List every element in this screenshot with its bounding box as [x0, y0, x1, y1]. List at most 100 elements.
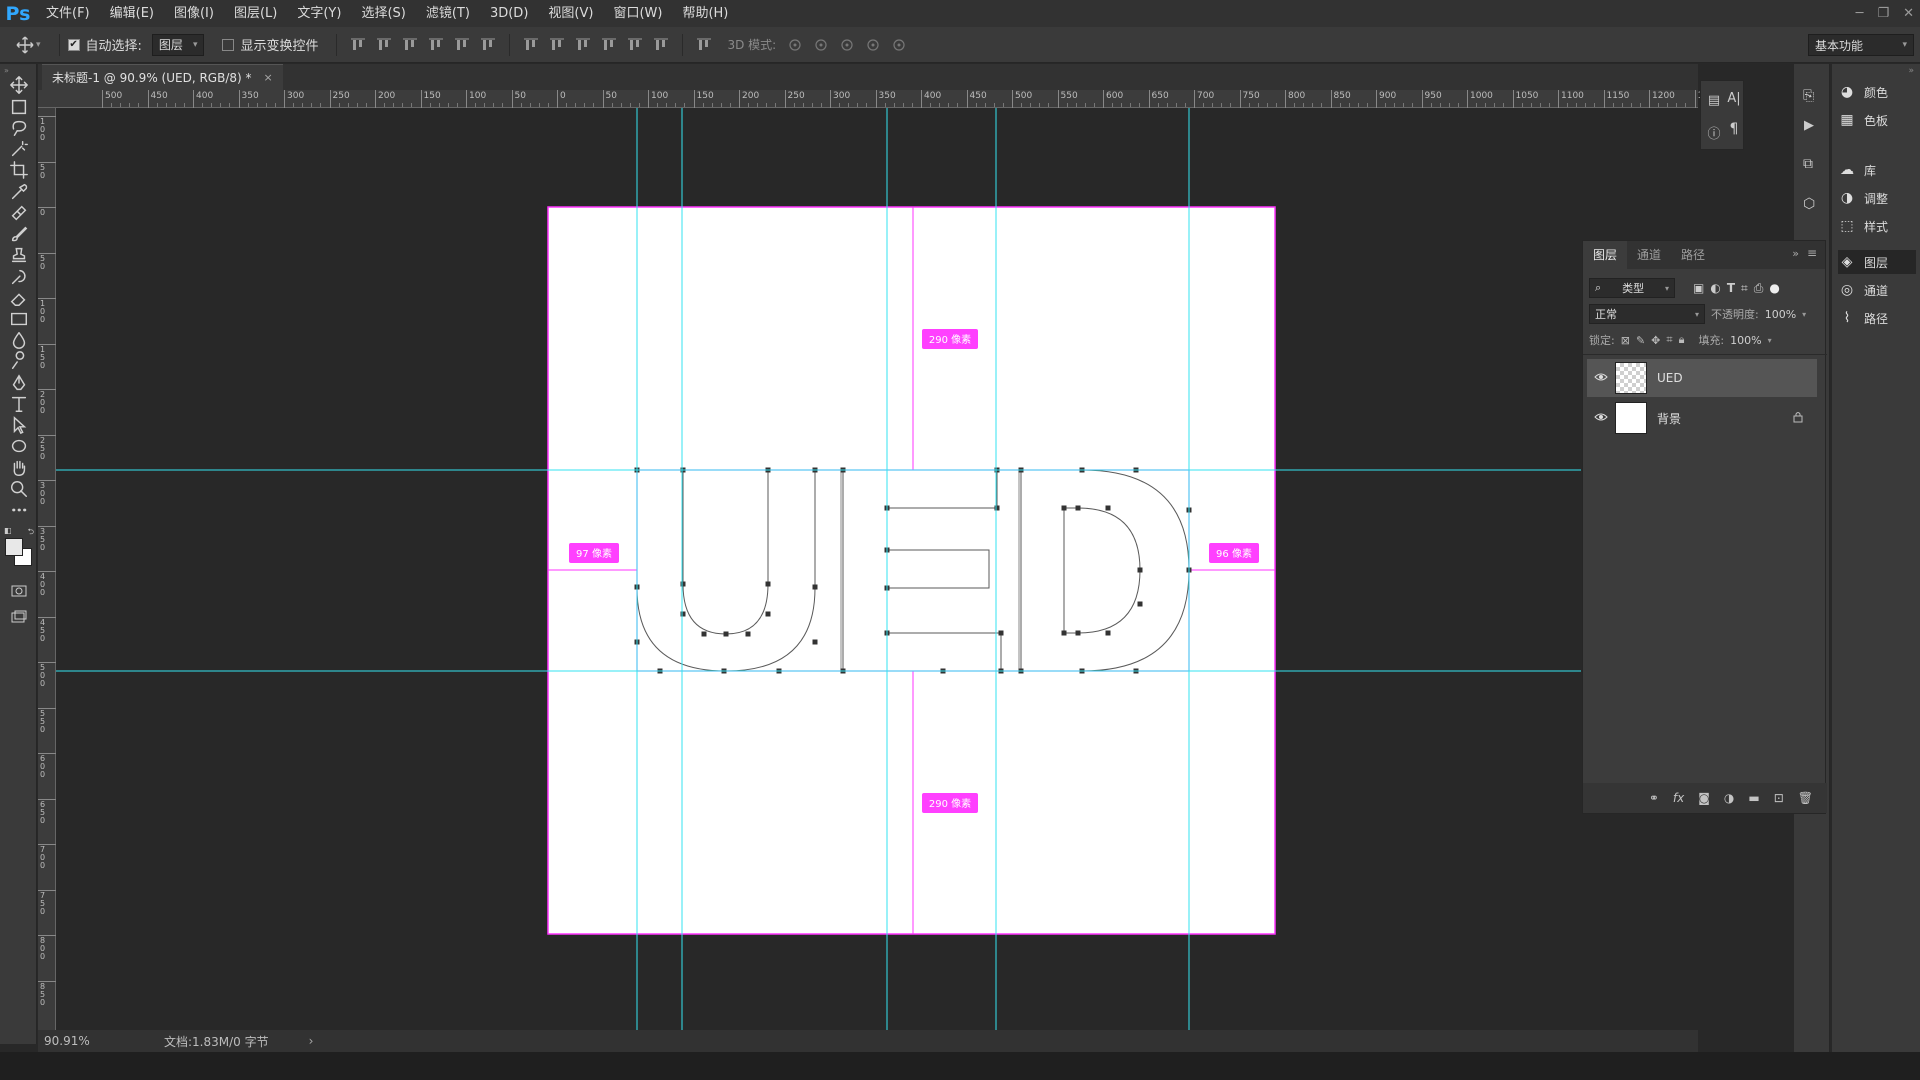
filter-toggle-icon[interactable]: ● [1769, 281, 1779, 295]
opacity-value[interactable]: 100% [1765, 308, 1796, 321]
scale-3d-icon[interactable] [890, 36, 908, 54]
align-bottom-icon[interactable] [401, 36, 419, 54]
collapse-icon[interactable]: » [1908, 66, 1914, 76]
restore-icon[interactable]: ❐ [1877, 6, 1889, 21]
document-tab[interactable]: 未标题-1 @ 90.9% (UED, RGB/8) * × [42, 64, 283, 90]
horizontal-ruler[interactable]: 500 450 400 350 300 250 200 150 100 50 0 50 100 150 20… [38, 90, 1732, 108]
magic-wand-tool-icon[interactable] [8, 138, 30, 160]
anchor-point[interactable] [1105, 630, 1111, 636]
distribute-top-icon[interactable] [522, 36, 540, 54]
ellipse-tool-icon[interactable] [8, 435, 30, 457]
roll-3d-icon[interactable] [812, 36, 830, 54]
distribute-bottom-icon[interactable] [574, 36, 592, 54]
filter-type-icon[interactable]: T [1727, 281, 1735, 295]
new-adjustment-icon[interactable]: ◑ [1724, 791, 1734, 805]
eyedropper-tool-icon[interactable] [8, 181, 30, 203]
menu-item[interactable]: 图层(L) [224, 0, 287, 27]
foreground-color-swatch[interactable] [5, 538, 23, 556]
chevron-down-icon[interactable]: ▾ [1802, 310, 1806, 319]
distribute-left-icon[interactable] [600, 36, 618, 54]
crop-tool-icon[interactable] [8, 159, 30, 181]
anchor-point[interactable] [1061, 505, 1067, 511]
info-icon[interactable]: ⓘ [1705, 123, 1723, 142]
dock-item-paths[interactable]: ⌇ 路径 [1838, 306, 1916, 330]
layer-row[interactable]: 背景 [1587, 399, 1817, 437]
anchor-point[interactable] [1075, 505, 1081, 511]
dock-item-styles[interactable]: ⬚ 样式 [1838, 214, 1916, 238]
chevron-down-icon[interactable]: ▾ [1768, 336, 1772, 345]
menu-item[interactable]: 图像(I) [164, 0, 224, 27]
show-transform-checkbox[interactable] [222, 38, 235, 51]
move-tool-icon[interactable] [8, 74, 30, 96]
dock-item-adjustments[interactable]: ◑ 调整 [1838, 186, 1916, 210]
lasso-tool-icon[interactable] [8, 117, 30, 139]
layers-panel-tab[interactable]: 通道 [1627, 241, 1671, 269]
new-group-icon[interactable]: ▬ [1748, 791, 1759, 805]
fx-icon[interactable]: fx [1673, 791, 1684, 805]
anchor-point[interactable] [994, 505, 1000, 511]
document-canvas[interactable]: 290 像素 290 像素 97 像素 96 像素 [56, 108, 1696, 1030]
layer-name[interactable]: 背景 [1657, 410, 1793, 427]
auto-align-icon[interactable] [695, 36, 713, 54]
move-tool-preset-icon[interactable] [14, 34, 36, 56]
panel-collapse-icon[interactable]: » [1792, 247, 1799, 260]
align-hcenter-icon[interactable] [453, 36, 471, 54]
visibility-eye-icon[interactable] [1587, 411, 1615, 425]
filter-adjustment-icon[interactable]: ◐ [1710, 281, 1720, 295]
slide-3d-icon[interactable] [864, 36, 882, 54]
align-top-icon[interactable] [349, 36, 367, 54]
anchor-point[interactable] [723, 631, 729, 637]
layers-panel-tab[interactable]: 图层 [1583, 241, 1628, 269]
history-brush-tool-icon[interactable] [8, 266, 30, 288]
anchor-point[interactable] [812, 584, 818, 590]
link-layers-icon[interactable]: ⚭ [1649, 791, 1659, 805]
menu-item[interactable]: 视图(V) [538, 0, 603, 27]
lock-artboard-icon[interactable]: ⌗ [1666, 333, 1672, 347]
anchor-point[interactable] [1137, 601, 1143, 607]
filter-smartobject-icon[interactable]: ⎙ [1754, 281, 1764, 296]
blur-tool-icon[interactable] [8, 329, 30, 351]
menu-item[interactable]: 选择(S) [351, 0, 415, 27]
clone-source-icon[interactable]: ⧉ [1803, 156, 1813, 172]
orbit-3d-icon[interactable] [786, 36, 804, 54]
anchor-point[interactable] [680, 581, 686, 587]
type-tool-icon[interactable] [8, 393, 30, 415]
clone-stamp-tool-icon[interactable] [8, 244, 30, 266]
layer-row[interactable]: UED [1587, 359, 1817, 397]
blend-mode-dropdown[interactable]: 正常 ▾ [1589, 304, 1705, 324]
lock-position-icon[interactable]: ✥ [1651, 334, 1660, 347]
dock-item-color[interactable]: ◕ 颜色 [1838, 80, 1916, 104]
anchor-point[interactable] [998, 630, 1004, 636]
menu-item[interactable]: 文件(F) [36, 0, 100, 27]
auto-select-target-dropdown[interactable]: 图层 ▾ [151, 33, 205, 56]
anchor-point[interactable] [1105, 505, 1111, 511]
dock-item-swatches[interactable]: ▦ 色板 [1838, 108, 1916, 132]
hand-tool-icon[interactable] [8, 457, 30, 479]
menu-item[interactable]: 文字(Y) [287, 0, 351, 27]
more-tools-icon[interactable] [8, 499, 30, 521]
3d-icon[interactable]: ⬡ [1803, 196, 1815, 212]
pen-tool-icon[interactable] [8, 372, 30, 394]
screen-mode-icon[interactable] [8, 606, 30, 628]
dodge-tool-icon[interactable] [8, 350, 30, 372]
lock-all-icon[interactable]: 🔒︎ [1679, 333, 1685, 347]
filter-shape-icon[interactable]: ⌗ [1741, 281, 1748, 296]
add-mask-icon[interactable]: ◙ [1698, 791, 1710, 805]
close-tab-icon[interactable]: × [264, 71, 273, 84]
distribute-right-icon[interactable] [652, 36, 670, 54]
layer-name[interactable]: UED [1657, 371, 1817, 385]
histogram-icon[interactable]: ▤ [1705, 93, 1723, 111]
new-layer-icon[interactable]: ⊡ [1774, 791, 1784, 805]
marquee-tool-icon[interactable] [8, 96, 30, 118]
visibility-eye-icon[interactable] [1587, 371, 1615, 385]
dock-item-layers[interactable]: ◈ 图层 [1838, 250, 1916, 274]
canvas-area[interactable]: 290 像素 290 像素 97 像素 96 像素 [56, 108, 1696, 1030]
align-right-icon[interactable] [479, 36, 497, 54]
layer-filter-dropdown[interactable]: ⌕ 类型 ▾ [1589, 278, 1675, 298]
brush-tool-icon[interactable] [8, 223, 30, 245]
swap-colors-icon[interactable]: ◧ ⮌ [4, 526, 34, 536]
anchor-point[interactable] [812, 639, 818, 645]
distribute-vcenter-icon[interactable] [548, 36, 566, 54]
anchor-point[interactable] [745, 631, 751, 637]
align-left-icon[interactable] [427, 36, 445, 54]
